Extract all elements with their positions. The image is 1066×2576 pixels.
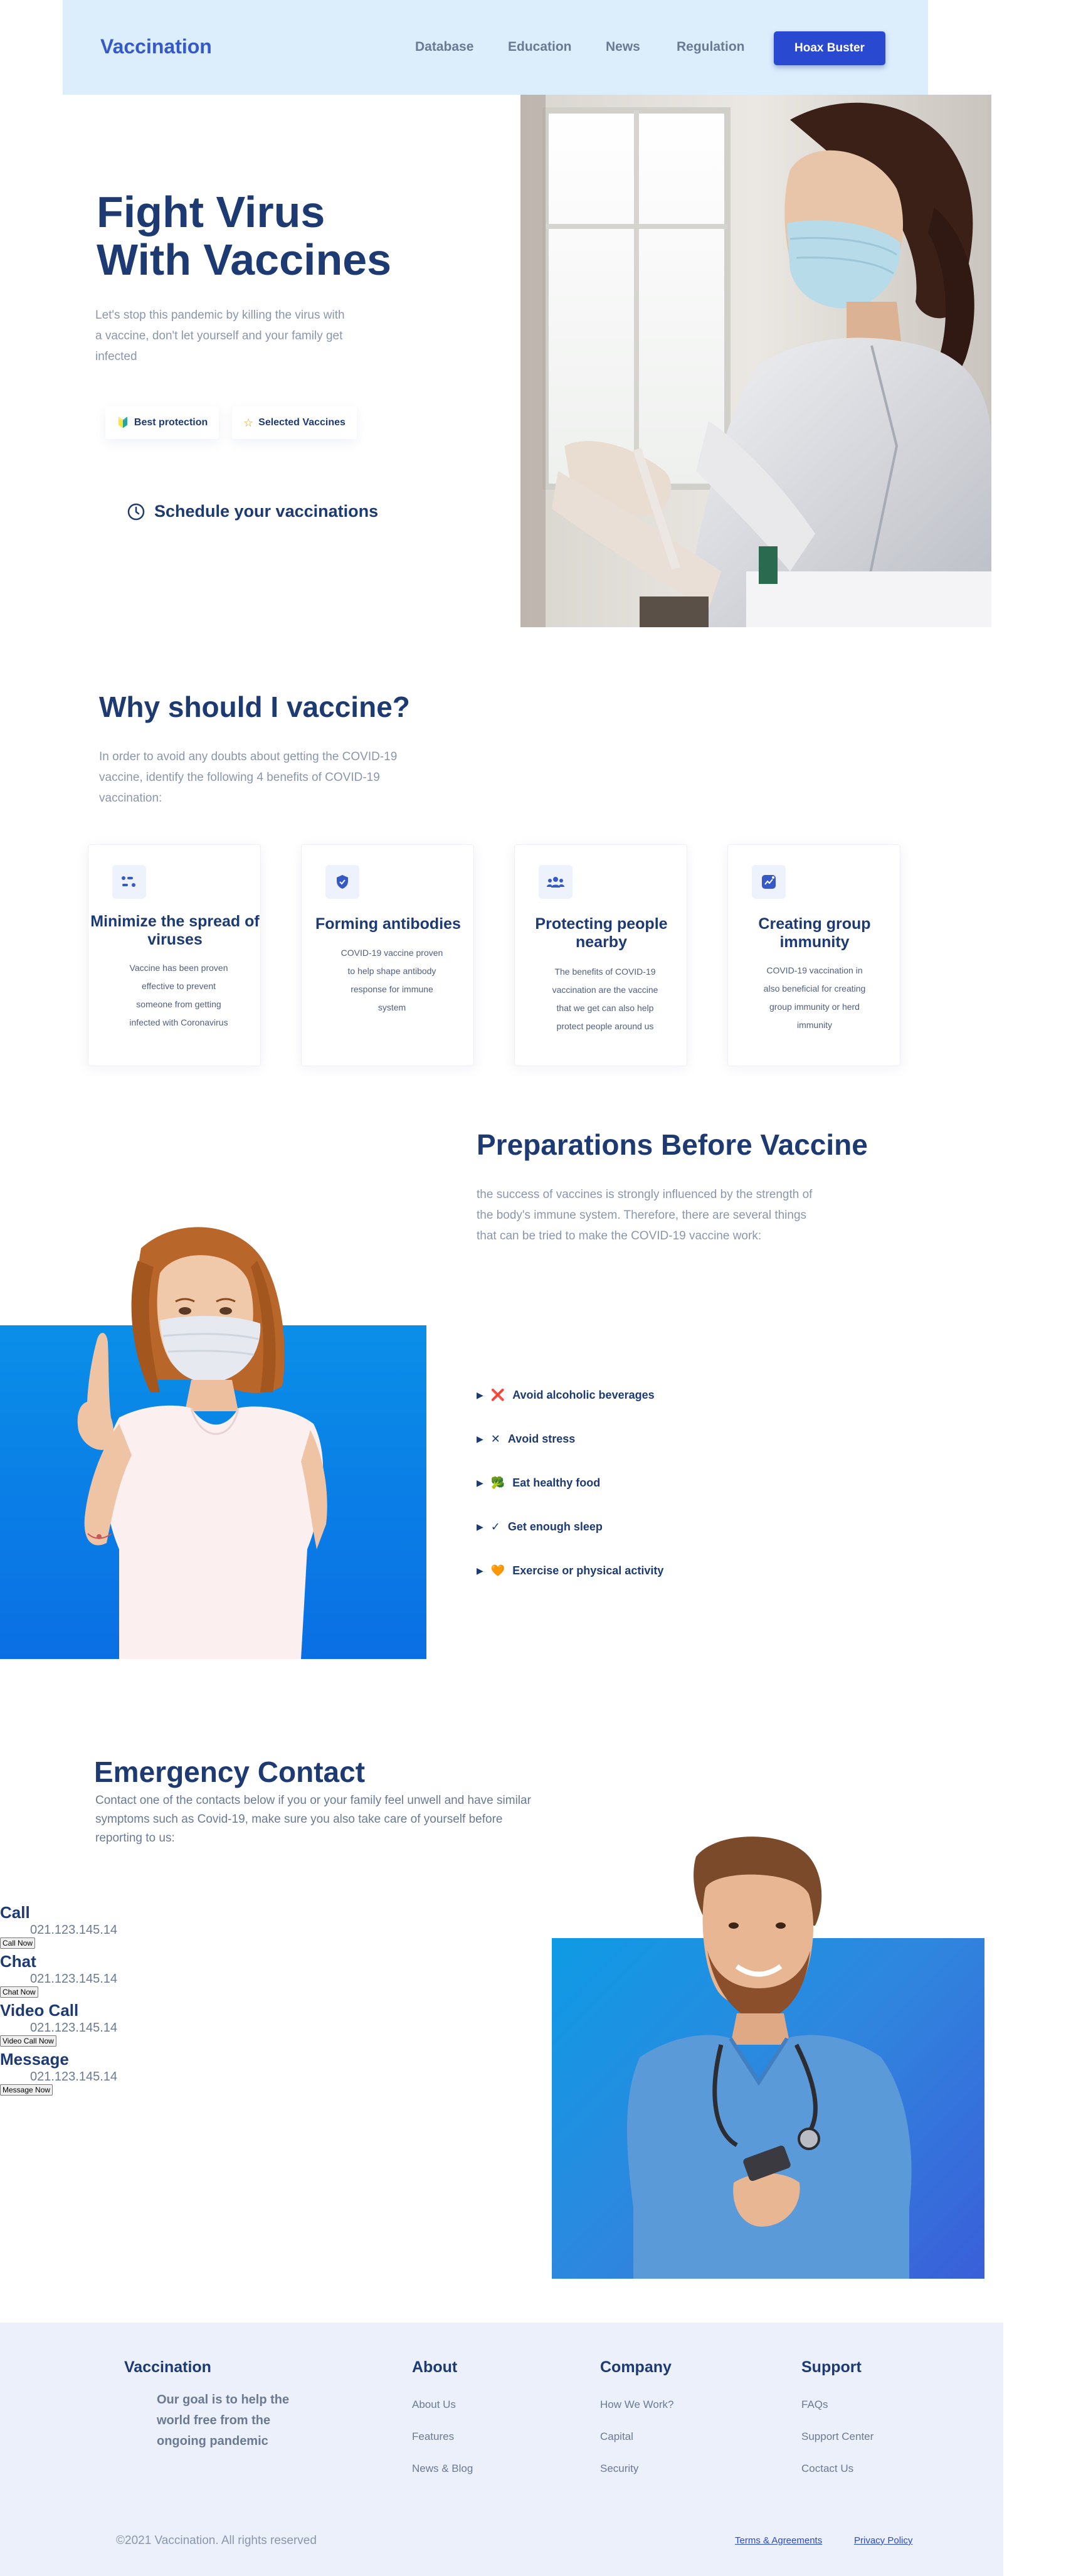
badge-best-protection: 🔰 Best protection — [105, 406, 219, 439]
disclosure-triangle-icon: ▶ — [477, 1390, 483, 1400]
video-call-now-button[interactable]: Video Call Now — [0, 2035, 56, 2047]
footer-link-security[interactable]: Security — [600, 2462, 638, 2475]
list-icon — [112, 865, 146, 899]
emergency-description: Contact one of the contacts below if you… — [95, 1794, 531, 1845]
contact-call: Call 021.123.145.14 Call Now — [0, 1903, 117, 1949]
prep-item-food[interactable]: ▶ 🥦 Eat healthy food — [477, 1476, 600, 1490]
card-text: COVID-19 vaccine proven to help shape an… — [340, 948, 443, 1012]
nav-news[interactable]: News — [606, 40, 640, 55]
emergency-title: Emergency Contact — [94, 1756, 366, 1788]
nav-database[interactable]: Database — [415, 40, 473, 55]
hoax-buster-button[interactable]: Hoax Buster — [774, 31, 885, 65]
hero-title: Fight Virus With Vaccines — [97, 188, 423, 284]
footer-link-news-blog[interactable]: News & Blog — [412, 2462, 473, 2475]
schedule-label: Schedule your vaccinations — [154, 502, 379, 521]
hero-nurse-photo — [520, 95, 991, 627]
chat-now-button[interactable]: Chat Now — [0, 1986, 38, 1998]
footer-link-support-center[interactable]: Support Center — [801, 2430, 873, 2443]
badge-label: Selected Vaccines — [258, 417, 346, 428]
clock-icon — [127, 503, 145, 520]
shield-icon — [325, 865, 359, 899]
footer-link-features[interactable]: Features — [412, 2430, 454, 2443]
footer-link-contact-us[interactable]: Coctact Us — [801, 2462, 853, 2475]
benefit-card: Protecting people nearby The benefits of… — [514, 844, 687, 1066]
prep-item-label: Avoid stress — [507, 1433, 576, 1445]
prep-item-alcohol[interactable]: ▶ ❌ Avoid alcoholic beverages — [477, 1389, 655, 1402]
nav-education[interactable]: Education — [508, 40, 572, 55]
prep-item-exercise[interactable]: ▶ 🧡 Exercise or physical activity — [477, 1564, 663, 1577]
message-now-button[interactable]: Message Now — [0, 2084, 53, 2096]
call-now-button[interactable]: Call Now — [0, 1937, 36, 1949]
footer-heading-support: Support — [801, 2358, 862, 2376]
check-icon: ✓ — [490, 1520, 500, 1533]
prep-item-label: Eat healthy food — [512, 1476, 601, 1489]
contact-label: Message — [0, 2050, 69, 2069]
card-text: COVID-19 vaccination in also beneficial … — [763, 965, 866, 1030]
nav-regulation[interactable]: Regulation — [677, 40, 745, 55]
contact-label: Chat — [0, 1952, 36, 1971]
contact-number: 021.123.145.14 — [30, 1923, 118, 1937]
footer-link-how-we-work[interactable]: How We Work? — [600, 2398, 673, 2411]
footer-link-faqs[interactable]: FAQs — [801, 2398, 828, 2411]
contact-number: 021.123.145.14 — [30, 2021, 118, 2035]
broccoli-icon: 🥦 — [490, 1476, 505, 1489]
hero-description: Let's stop this pandemic by killing the … — [95, 309, 345, 363]
x-icon: ✕ — [490, 1433, 500, 1445]
copyright: ©2021 Vaccination. All rights reserved — [116, 2534, 317, 2547]
contact-chat: Chat 021.123.145.14 Chat Now — [0, 1952, 117, 1998]
benefit-card: Minimize the spread of viruses Vaccine h… — [88, 844, 261, 1066]
privacy-link[interactable]: Privacy Policy — [854, 2535, 912, 2546]
footer-heading-company: Company — [600, 2358, 672, 2376]
badge-selected-vaccines: ☆ Selected Vaccines — [232, 406, 357, 439]
contact-label: Call — [0, 1903, 30, 1922]
card-title: Forming antibodies — [315, 915, 461, 933]
contact-number: 021.123.145.14 — [30, 2070, 118, 2084]
orange-heart-icon: 🧡 — [490, 1564, 505, 1577]
footer-heading-about: About — [412, 2358, 458, 2376]
prep-item-label: Avoid alcoholic beverages — [512, 1389, 655, 1401]
contact-number: 021.123.145.14 — [30, 1972, 118, 1986]
contact-label: Video Call — [0, 2001, 79, 2020]
benefit-card: Creating group immunity COVID-19 vaccina… — [727, 844, 900, 1066]
card-title: Minimize the spread of viruses — [90, 913, 260, 948]
footer-link-about-us[interactable]: About Us — [412, 2398, 456, 2411]
disclosure-triangle-icon: ▶ — [477, 1478, 483, 1488]
contact-message: Message 021.123.145.14 Message Now — [0, 2050, 117, 2096]
prep-item-label: Exercise or physical activity — [512, 1564, 664, 1577]
footer-brand[interactable]: Vaccination — [124, 2358, 211, 2377]
prep-item-stress[interactable]: ▶ ✕ Avoid stress — [477, 1433, 575, 1446]
footer-goal: Our goal is to help the world free from … — [157, 2393, 290, 2448]
why-description: In order to avoid any doubts about getti… — [99, 750, 398, 805]
benefit-card: Forming antibodies COVID-19 vaccine prov… — [301, 844, 474, 1066]
cross-mark-icon: ❌ — [490, 1389, 505, 1401]
prep-item-label: Get enough sleep — [507, 1520, 603, 1533]
contact-video-call: Video Call 021.123.145.14 Video Call Now — [0, 2001, 117, 2047]
prep-item-sleep[interactable]: ▶ ✓ Get enough sleep — [477, 1520, 603, 1534]
preparations-title: Preparations Before Vaccine — [477, 1128, 868, 1161]
trend-icon — [752, 865, 786, 899]
disclosure-triangle-icon: ▶ — [477, 1566, 483, 1576]
card-title: Protecting people nearby — [535, 915, 668, 951]
card-text: Vaccine has been proven effective to pre… — [129, 963, 228, 1027]
shield-emoji-icon: 🔰 — [117, 418, 129, 428]
brand-logo[interactable]: Vaccination — [100, 35, 212, 58]
card-title: Creating group immunity — [758, 915, 871, 951]
people-icon — [539, 865, 573, 899]
why-title: Why should I vaccine? — [99, 691, 410, 723]
badge-label: Best protection — [134, 417, 208, 428]
masked-woman-photo — [25, 1223, 376, 1659]
doctor-photo — [583, 1831, 934, 2279]
terms-link[interactable]: Terms & Agreements — [735, 2535, 822, 2546]
hero-title-line1: Fight Virus — [97, 188, 325, 236]
star-icon: ☆ — [243, 416, 254, 429]
card-text: The benefits of COVID-19 vaccination are… — [552, 967, 658, 1031]
disclosure-triangle-icon: ▶ — [477, 1434, 483, 1444]
preparations-description: the success of vaccines is strongly infl… — [477, 1188, 813, 1243]
schedule-link[interactable]: Schedule your vaccinations — [127, 502, 378, 521]
disclosure-triangle-icon: ▶ — [477, 1522, 483, 1532]
footer-link-capital[interactable]: Capital — [600, 2430, 633, 2443]
hero-title-line2: With Vaccines — [97, 235, 392, 284]
